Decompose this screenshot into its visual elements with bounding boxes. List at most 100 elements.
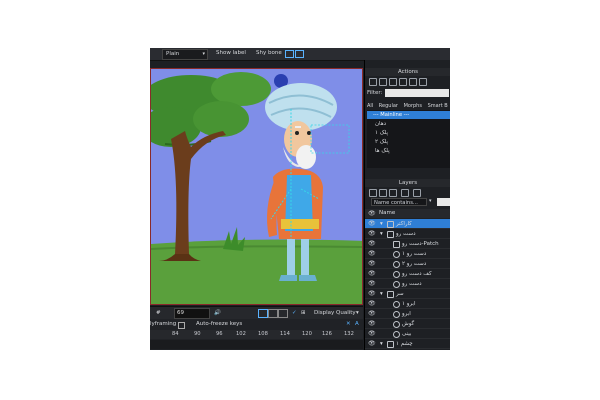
layer-row[interactable]: 👁 ▾ چشم ۱ bbox=[365, 339, 450, 349]
tab-all[interactable]: All bbox=[367, 103, 373, 109]
view-mode-1-icon[interactable] bbox=[258, 309, 268, 318]
vector-layer-icon bbox=[393, 251, 400, 258]
layer-visibility-icon[interactable] bbox=[413, 189, 421, 197]
vector-layer-icon bbox=[393, 261, 400, 268]
frame-tick: 108 bbox=[258, 331, 268, 337]
reference-action-icon[interactable] bbox=[409, 78, 417, 86]
layer-name: ابرو ۱ bbox=[402, 301, 416, 307]
eye-icon[interactable]: 👁 bbox=[368, 220, 376, 227]
vector-layer-icon bbox=[393, 301, 400, 308]
frame-tick: 126 bbox=[322, 331, 332, 337]
chevron-down-icon: ▾ bbox=[356, 310, 359, 316]
layers-header: 👁 Name bbox=[365, 209, 450, 218]
mainline-label: --- Mainline --- bbox=[373, 112, 410, 118]
eye-icon[interactable]: 👁 bbox=[368, 280, 376, 287]
action-settings-icon[interactable] bbox=[419, 78, 427, 86]
delete-action-icon[interactable] bbox=[389, 78, 397, 86]
layer-settings-icon[interactable] bbox=[401, 189, 409, 197]
eye-icon[interactable]: 👁 bbox=[368, 310, 376, 317]
layer-row[interactable]: 👁Layer 8 bbox=[365, 349, 450, 350]
layer-row[interactable]: 👁 ▾ دست رو bbox=[365, 229, 450, 239]
actions-filter-input[interactable] bbox=[385, 89, 449, 97]
eye-icon[interactable]: 👁 bbox=[368, 290, 376, 297]
grid-icon[interactable]: ⊞ bbox=[301, 309, 306, 317]
expand-toggle-icon[interactable]: ▾ bbox=[380, 230, 383, 238]
layer-row[interactable]: 👁 کف دست رو bbox=[365, 269, 450, 279]
layer-row[interactable]: 👁 بینی bbox=[365, 329, 450, 339]
tab-smart-bones[interactable]: Smart B bbox=[428, 103, 448, 109]
view-mode-2-icon[interactable] bbox=[268, 309, 278, 318]
eye-icon[interactable]: 👁 bbox=[368, 340, 376, 347]
view-mode-3-icon[interactable] bbox=[278, 309, 288, 318]
eye-icon[interactable]: 👁 bbox=[368, 300, 376, 307]
auto-freeze-label: Auto-freeze keys bbox=[196, 321, 243, 327]
insert-action-icon[interactable] bbox=[399, 78, 407, 86]
layer-filter-input[interactable]: Name contains... bbox=[371, 198, 427, 206]
tab-morphs[interactable]: Morphs bbox=[404, 103, 422, 109]
bone-view-2-icon[interactable] bbox=[295, 50, 304, 58]
vector-layer-icon bbox=[393, 271, 400, 278]
auto-freeze-checkbox[interactable] bbox=[178, 322, 185, 329]
eye-icon[interactable]: 👁 bbox=[368, 230, 376, 237]
eye-icon[interactable]: 👁 bbox=[368, 240, 376, 247]
action-item[interactable]: پلک ۲ bbox=[375, 139, 388, 145]
layer-row[interactable]: 👁 دست رو ۱ bbox=[365, 249, 450, 259]
layer-row[interactable]: 👁 ابرو ۱ bbox=[365, 299, 450, 309]
layer-name: دست رو ۱ bbox=[402, 251, 427, 257]
frame-input[interactable]: 69 bbox=[174, 308, 210, 319]
layer-row[interactable]: 👁 دست رو ۲ bbox=[365, 259, 450, 269]
speaker-icon[interactable]: 🔊 bbox=[214, 309, 221, 317]
group-layer-icon bbox=[387, 221, 394, 228]
mainline-row[interactable]: --- Mainline --- bbox=[367, 111, 450, 119]
stage-canvas[interactable] bbox=[150, 68, 363, 305]
chevron-down-icon: ▾ bbox=[202, 51, 205, 57]
shy-bone-toggle[interactable]: Shy bone bbox=[256, 49, 282, 58]
layer-name: دست رو bbox=[402, 281, 422, 287]
group-layer-icon bbox=[387, 291, 394, 298]
eye-icon[interactable]: 👁 bbox=[368, 330, 376, 337]
timeline-zoom-icon[interactable]: A bbox=[355, 320, 359, 329]
action-item[interactable]: دهان bbox=[375, 121, 386, 127]
action-item[interactable]: پلک ۱ bbox=[375, 130, 388, 136]
delete-layer-icon[interactable] bbox=[389, 189, 397, 197]
timeline-tool-icon[interactable]: ✕ bbox=[346, 320, 351, 329]
action-item[interactable]: پلک ها bbox=[375, 148, 390, 154]
bone-view-icon[interactable] bbox=[285, 50, 294, 58]
layers-list: 👁 ▾ کاراکتر 👁 ▾ دست رو 👁 دست رو-Patch 👁 دست رو ۱ 👁… bbox=[365, 219, 450, 350]
expand-toggle-icon[interactable]: ▾ bbox=[380, 290, 383, 298]
frame-ruler[interactable]: 84 90 96 102 108 114 120 126 132 bbox=[150, 330, 363, 339]
frame-tick: 102 bbox=[236, 331, 246, 337]
vector-layer-icon bbox=[393, 311, 400, 318]
layer-search-input[interactable] bbox=[437, 198, 450, 206]
eye-icon[interactable]: 👁 bbox=[368, 250, 376, 257]
expand-toggle-icon[interactable]: ▾ bbox=[380, 220, 383, 228]
layer-row[interactable]: 👁 گوش bbox=[365, 319, 450, 329]
onion-skin-option[interactable]: lyframing bbox=[150, 320, 176, 329]
layer-row[interactable]: 👁 دست رو-Patch bbox=[365, 239, 450, 249]
duplicate-action-icon[interactable] bbox=[379, 78, 387, 86]
new-action-icon[interactable] bbox=[369, 78, 377, 86]
show-label-toggle[interactable]: Show label bbox=[216, 49, 246, 58]
check-icon[interactable]: ✓ bbox=[292, 309, 297, 317]
duplicate-layer-icon[interactable] bbox=[379, 189, 387, 197]
frame-field-label: # bbox=[156, 310, 161, 316]
layer-name: سر bbox=[396, 291, 404, 297]
plain-select[interactable]: Plain ▾ bbox=[162, 49, 208, 60]
name-column-header[interactable]: Name bbox=[379, 209, 395, 218]
scene-illustration bbox=[151, 69, 362, 304]
timeline-track[interactable] bbox=[150, 340, 363, 349]
new-layer-icon[interactable] bbox=[369, 189, 377, 197]
eye-icon[interactable]: 👁 bbox=[368, 320, 376, 327]
eye-icon[interactable]: 👁 bbox=[368, 270, 376, 277]
plain-select-label: Plain bbox=[166, 51, 180, 57]
timeline-panel: lyframing Auto-freeze keys ✕ A 84 90 96 … bbox=[150, 319, 363, 350]
display-quality-dropdown[interactable]: Display Quality bbox=[314, 309, 356, 317]
layer-row[interactable]: 👁 دست رو bbox=[365, 279, 450, 289]
actions-toolbar bbox=[367, 77, 450, 86]
eye-icon[interactable]: 👁 bbox=[368, 260, 376, 267]
layer-row[interactable]: 👁 ▾ کاراکتر bbox=[365, 219, 450, 229]
layer-row[interactable]: 👁 ابرو bbox=[365, 309, 450, 319]
tab-regular[interactable]: Regular bbox=[379, 103, 398, 109]
expand-toggle-icon[interactable]: ▾ bbox=[380, 340, 383, 348]
layer-row[interactable]: 👁 ▾ سر bbox=[365, 289, 450, 299]
